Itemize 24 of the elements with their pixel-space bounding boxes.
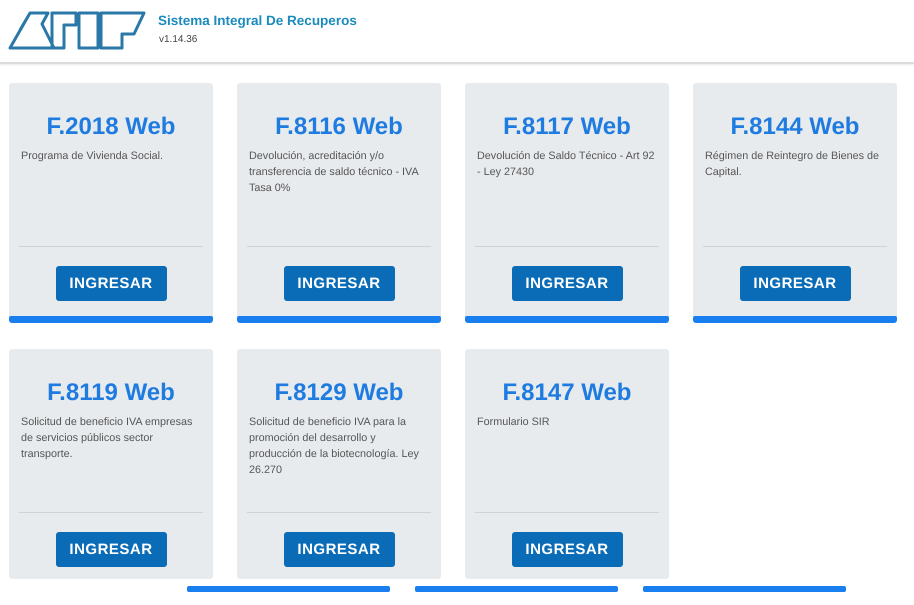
ingresar-button[interactable]: INGRESAR: [56, 266, 166, 301]
card-description: Devolución de Saldo Técnico - Art 92 - Ley 27430: [476, 149, 656, 180]
card-title: F.8119 Web: [46, 378, 176, 408]
ingresar-button[interactable]: INGRESAR: [56, 532, 166, 567]
app-title: Sistema Integral De Recuperos: [158, 13, 357, 28]
card-description: Devolución, acreditación y/o transferencia de saldo técnico - IVA Tasa 0%: [248, 149, 420, 196]
card-description: Solicitud de beneficio IVA para la promoción del desarrollo y producción de la biotecnología. Ley 26.270: [248, 415, 420, 478]
ingresar-button[interactable]: INGRESAR: [512, 532, 622, 567]
ingresar-button[interactable]: INGRESAR: [512, 266, 622, 301]
card-title: F.2018 Web: [46, 112, 176, 142]
card-title: F.8129 Web: [274, 378, 404, 408]
card-description: Solicitud de beneficio IVA empresas de servicios públicos sector transporte.: [20, 415, 194, 462]
card-description: Formulario SIR: [476, 415, 551, 430]
card-description: Programa de Vivienda Social.: [20, 149, 164, 164]
card-title: F.8144 Web: [730, 112, 860, 142]
card-description: Régimen de Reintegro de Bienes de Capital.: [704, 149, 880, 180]
card-title: F.8117 Web: [502, 112, 632, 142]
version-label: v1.14.36: [159, 34, 198, 45]
card-title: F.8147 Web: [502, 378, 632, 408]
ingresar-button[interactable]: INGRESAR: [284, 266, 394, 301]
logo-icon: [8, 10, 146, 50]
card-title: F.8116 Web: [274, 112, 404, 142]
ingresar-button[interactable]: INGRESAR: [740, 266, 850, 301]
ingresar-button[interactable]: INGRESAR: [284, 532, 394, 567]
